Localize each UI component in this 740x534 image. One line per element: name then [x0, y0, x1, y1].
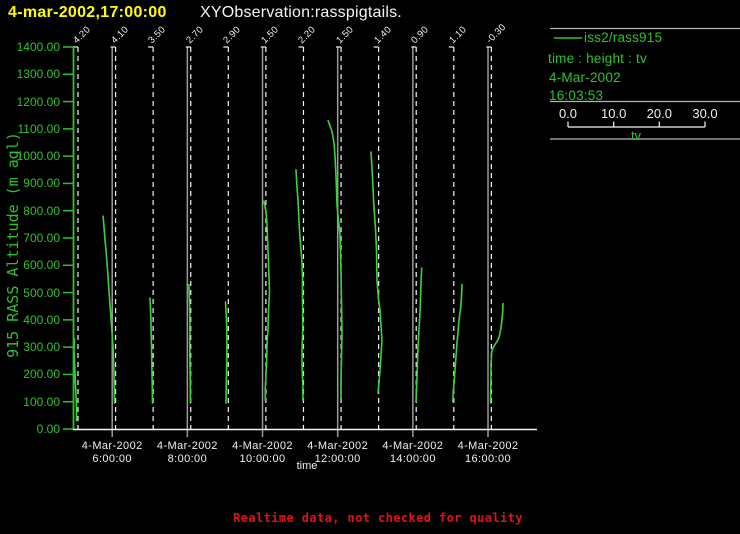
y-axis-tick-label: 400.00: [23, 312, 60, 327]
profile-curve: [415, 267, 423, 403]
tv-axis-title: tv: [630, 128, 642, 143]
profile-curve: [327, 119, 343, 399]
y-axis-tick-label: 700.00: [23, 231, 60, 245]
tv-axis-tick-label: 0.0: [558, 106, 578, 121]
y-axis-tick-label: 900.00: [23, 176, 60, 191]
y-axis-tick-label: 1200.00: [16, 94, 60, 109]
tv-axis-tick-label: 20.0: [646, 106, 672, 121]
y-axis-tick-label: 100.00: [23, 394, 60, 409]
legend-subtitle: time : height : tv: [548, 51, 647, 66]
app-window: 4-mar-2002,17:00:00 XYObservation:rasspi…: [0, 0, 740, 534]
legend-time: 16:03:53: [549, 88, 604, 103]
profile-curve: [263, 200, 271, 402]
tv-axis-tick-label: 10.0: [601, 106, 627, 121]
y-axis-tick-label: 600.00: [23, 258, 60, 273]
y-axis-tick-label: 0.00: [36, 422, 60, 436]
x-axis-date-label: 4-Mar-2002: [457, 440, 519, 452]
profile-curve: [295, 169, 304, 402]
tv-axis-tick-label: 30.0: [692, 106, 718, 121]
page-title: XYObservation:rasspigtails.: [200, 4, 402, 21]
legend-series-label: iss2/rass915: [584, 30, 663, 45]
y-axis-tick-label: 1100.00: [17, 121, 61, 136]
x-axis-time-label: 16:00:00: [464, 453, 512, 465]
header-datetime: 4-mar-2002,17:00:00: [8, 4, 167, 21]
y-axis-tick-label: 1300.00: [16, 67, 60, 82]
profile-curve: [224, 301, 228, 404]
profile-curve: [188, 283, 192, 404]
y-axis-tick-label: 500.00: [23, 285, 60, 300]
y-axis-tick-label: 300.00: [23, 340, 60, 355]
profile-curve: [149, 297, 154, 404]
y-axis-tick-label: 1400.00: [16, 40, 60, 54]
legend-date: 4-Mar-2002: [549, 70, 621, 85]
quality-notice: Realtime data, not checked for quality: [233, 511, 523, 525]
profile-curve: [370, 151, 383, 395]
y-axis-tick-label: 800.00: [23, 203, 60, 218]
profile-curve: [489, 302, 504, 404]
y-axis-tick-label: 1000.00: [16, 149, 60, 164]
y-axis-tick-label: 200.00: [23, 367, 60, 382]
